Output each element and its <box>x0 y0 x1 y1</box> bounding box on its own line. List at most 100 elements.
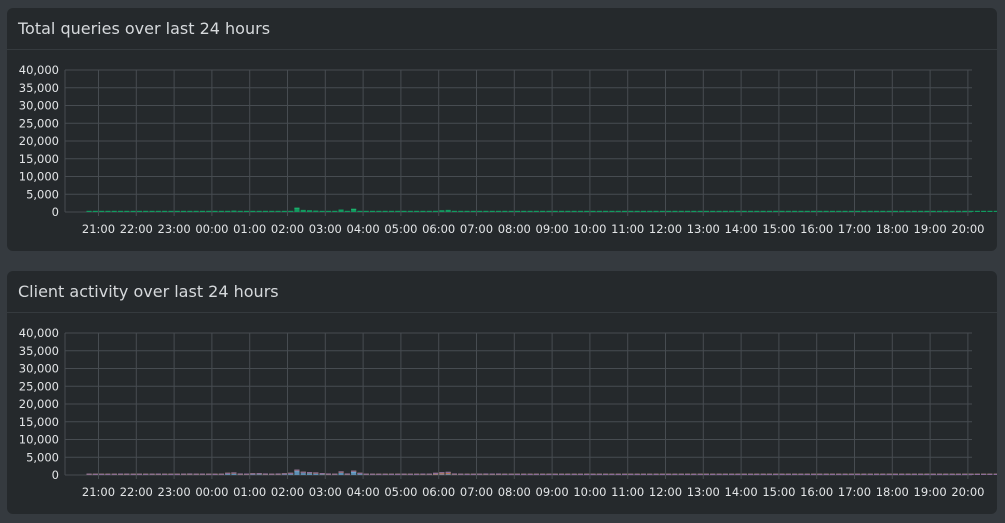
bar[interactable] <box>275 210 281 212</box>
bar[interactable] <box>565 473 571 475</box>
bar[interactable] <box>414 473 420 475</box>
bar[interactable] <box>162 473 168 475</box>
bar[interactable] <box>370 473 376 475</box>
bar[interactable] <box>281 473 287 475</box>
bar[interactable] <box>672 473 678 475</box>
bar[interactable] <box>628 210 634 212</box>
bar[interactable] <box>615 210 621 212</box>
bar[interactable] <box>533 473 539 475</box>
bar[interactable] <box>836 210 842 212</box>
bar[interactable] <box>880 210 886 212</box>
bar[interactable] <box>943 210 949 212</box>
bar[interactable] <box>955 210 961 212</box>
bar[interactable] <box>514 210 520 212</box>
bar[interactable] <box>615 473 621 475</box>
bar[interactable] <box>388 473 394 475</box>
bar[interactable] <box>955 473 961 475</box>
bar[interactable] <box>300 209 306 212</box>
bar[interactable] <box>181 210 187 212</box>
bar[interactable] <box>911 210 917 212</box>
bar[interactable] <box>653 473 659 475</box>
bar[interactable] <box>130 473 136 475</box>
bar[interactable] <box>754 210 760 212</box>
bar[interactable] <box>514 473 520 475</box>
bar[interactable] <box>319 473 325 475</box>
bar[interactable] <box>571 210 577 212</box>
bar[interactable] <box>143 473 149 475</box>
bar[interactable] <box>206 210 212 212</box>
bar[interactable] <box>848 473 854 475</box>
bar[interactable] <box>99 473 105 475</box>
bar[interactable] <box>754 473 760 475</box>
bar[interactable] <box>445 209 451 212</box>
bar[interactable] <box>256 473 262 475</box>
bar[interactable] <box>911 473 917 475</box>
bar[interactable] <box>596 210 602 212</box>
bar[interactable] <box>231 473 237 475</box>
bar[interactable] <box>351 470 357 472</box>
bar[interactable] <box>918 210 924 212</box>
bar[interactable] <box>370 210 376 212</box>
bar[interactable] <box>540 473 546 475</box>
bar[interactable] <box>464 210 470 212</box>
bar[interactable] <box>949 210 955 212</box>
bar[interactable] <box>118 210 124 212</box>
bar[interactable] <box>968 473 974 475</box>
bar[interactable] <box>300 471 306 473</box>
bar[interactable] <box>829 210 835 212</box>
bar[interactable] <box>458 210 464 212</box>
bar[interactable] <box>697 210 703 212</box>
bar[interactable] <box>748 473 754 475</box>
bar[interactable] <box>811 210 817 212</box>
bar[interactable] <box>136 210 142 212</box>
bar[interactable] <box>823 210 829 212</box>
bar[interactable] <box>766 473 772 475</box>
bar[interactable] <box>382 473 388 475</box>
bar[interactable] <box>710 210 716 212</box>
bar[interactable] <box>722 473 728 475</box>
bar[interactable] <box>628 473 634 475</box>
bar[interactable] <box>357 472 363 474</box>
bar[interactable] <box>344 210 350 212</box>
bar[interactable] <box>552 473 558 475</box>
bar[interactable] <box>401 210 407 212</box>
bar[interactable] <box>798 473 804 475</box>
bar[interactable] <box>269 210 275 212</box>
bar[interactable] <box>678 473 684 475</box>
bar[interactable] <box>294 469 300 471</box>
bar[interactable] <box>609 473 615 475</box>
bar[interactable] <box>426 473 432 475</box>
bar[interactable] <box>565 210 571 212</box>
bar[interactable] <box>420 473 426 475</box>
bar[interactable] <box>445 471 451 473</box>
bar[interactable] <box>262 210 268 212</box>
bar[interactable] <box>483 473 489 475</box>
bar[interactable] <box>86 210 92 212</box>
bar[interactable] <box>483 210 489 212</box>
bar[interactable] <box>288 472 294 474</box>
bar[interactable] <box>993 473 997 475</box>
bar[interactable] <box>836 473 842 475</box>
bar[interactable] <box>773 210 779 212</box>
bar[interactable] <box>722 210 728 212</box>
bar[interactable] <box>111 473 117 475</box>
bar[interactable] <box>218 473 224 475</box>
bar[interactable] <box>155 473 161 475</box>
bar[interactable] <box>760 473 766 475</box>
bar[interactable] <box>735 210 741 212</box>
bar[interactable] <box>546 210 552 212</box>
bar[interactable] <box>981 473 987 475</box>
bar[interactable] <box>225 210 231 212</box>
bar[interactable] <box>930 473 936 475</box>
bar[interactable] <box>149 210 155 212</box>
bar[interactable] <box>433 472 439 474</box>
bar[interactable] <box>533 210 539 212</box>
bar[interactable] <box>823 473 829 475</box>
bar[interactable] <box>426 210 432 212</box>
bar[interactable] <box>420 210 426 212</box>
bar[interactable] <box>703 473 709 475</box>
bar[interactable] <box>659 473 665 475</box>
bar[interactable] <box>376 210 382 212</box>
bar[interactable] <box>225 472 231 474</box>
bar[interactable] <box>546 473 552 475</box>
